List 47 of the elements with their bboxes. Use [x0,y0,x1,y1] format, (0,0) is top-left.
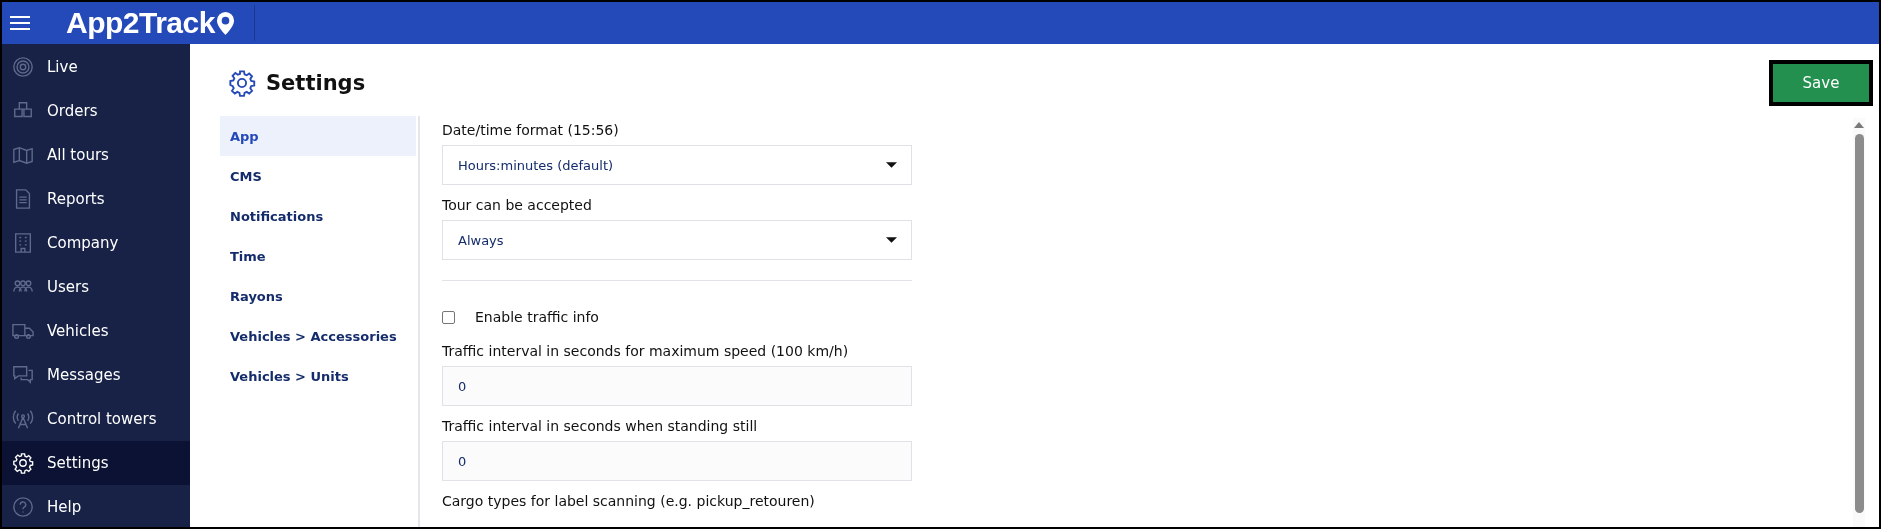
sidebar-item[interactable]: All tours [2,133,190,177]
chat-icon [12,364,34,386]
antenna-icon [12,408,34,430]
sidebar-item[interactable]: Users [2,265,190,309]
settings-menu-item[interactable]: Rayons [220,276,416,316]
field-label: Date/time format (15:56) [442,122,620,138]
dropdown[interactable]: Hours:minutes (default) [442,145,912,185]
building-icon [12,232,34,254]
sidebar-item[interactable]: Orders [2,89,190,133]
save-button[interactable]: Save [1773,64,1869,102]
scrollbar[interactable] [1853,118,1865,527]
settings-menu-item[interactable]: Vehicles > Accessories [220,316,416,356]
settings-menu-item[interactable]: Notifications [220,196,416,236]
checkbox-label: Enable traffic info [475,309,599,325]
target-icon [12,56,34,78]
checkbox[interactable] [442,310,455,324]
sidebar-item[interactable]: Settings [2,441,190,485]
settings-menu-item[interactable]: App [220,116,416,156]
field-label: Cargo types for label scanning (e.g. pickup_retouren) [442,493,816,509]
help-icon [12,496,34,518]
map-icon [12,144,34,166]
logo[interactable]: App2Track [66,6,215,40]
sidebar-item[interactable]: Live [2,45,190,89]
sidebar-item[interactable]: Help [2,485,190,527]
input-field[interactable]: 0 [442,441,912,481]
map-pin-icon [215,10,235,36]
caret-icon [886,162,897,168]
settings-menu-item[interactable]: Time [220,236,416,276]
field-label: Tour can be accepted [442,197,593,213]
page-title: Settings [266,71,366,95]
caret-icon [886,237,897,243]
input-field[interactable]: 0 [442,366,912,406]
sidebar-item[interactable]: Company [2,221,190,265]
scroll-thumb[interactable] [1854,134,1864,513]
field-label: Traffic interval in seconds for maximum speed (100 km/h) [442,343,850,359]
sidebar-item[interactable]: Vehicles [2,309,190,353]
gear-icon [12,452,34,474]
settings-menu-item[interactable]: Vehicles > Units [220,356,416,396]
sidebar-item[interactable]: Control towers [2,397,190,441]
gear-icon [228,69,256,97]
settings-menu-item[interactable]: CMS [220,156,416,196]
sidebar-item[interactable]: Messages [2,353,190,397]
menu-icon[interactable] [10,15,30,31]
field-label: Traffic interval in seconds when standing still [442,418,759,434]
sidebar-item[interactable]: Reports [2,177,190,221]
dropdown[interactable]: Always [442,220,912,260]
scroll-up-icon[interactable] [1854,122,1864,128]
